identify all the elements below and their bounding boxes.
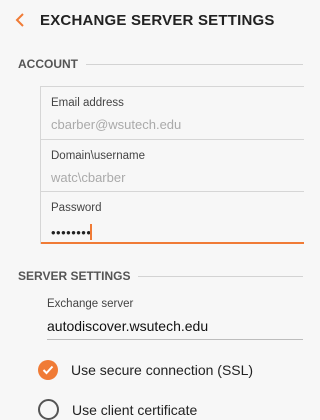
chevron-left-icon (15, 13, 24, 27)
username-label: Domain\username (51, 150, 145, 162)
ssl-option[interactable]: Use secure connection (SSL) (38, 360, 253, 380)
server-section-header: SERVER SETTINGS (18, 269, 303, 283)
radio-checked-icon[interactable] (38, 360, 58, 380)
email-placeholder: cbarber@wsutech.edu (51, 117, 182, 132)
top-bar: EXCHANGE SERVER SETTINGS (0, 0, 303, 40)
text-cursor (90, 224, 92, 240)
email-field[interactable]: Email address cbarber@wsutech.edu (41, 87, 304, 139)
account-fields-card: Email address cbarber@wsutech.edu Domain… (40, 86, 304, 244)
ssl-option-label: Use secure connection (SSL) (71, 362, 254, 378)
client-certificate-label: Use client certificate (72, 401, 198, 418)
account-section-title: ACCOUNT (18, 57, 78, 71)
back-button[interactable] (0, 0, 40, 40)
exchange-server-input[interactable]: autodiscover.wsutech.edu (47, 318, 208, 334)
server-section-title: SERVER SETTINGS (18, 269, 131, 283)
email-label: Email address (51, 97, 124, 109)
password-value: •••••••• (51, 225, 92, 240)
exchange-server-underline (47, 339, 303, 340)
username-field[interactable]: Domain\username watc\cbarber (41, 139, 304, 192)
checkmark-icon (42, 365, 54, 375)
exchange-server-label: Exchange server (47, 298, 134, 310)
password-label: Password (51, 202, 102, 214)
radio-unchecked-icon[interactable] (38, 399, 59, 420)
password-field[interactable]: Password •••••••• (41, 191, 304, 244)
section-divider (86, 63, 303, 65)
username-placeholder: watc\cbarber (51, 170, 126, 185)
section-divider (138, 275, 303, 277)
client-certificate-option[interactable]: Use client certificate (38, 399, 197, 420)
account-section-header: ACCOUNT (18, 57, 303, 71)
focus-underline (41, 242, 304, 244)
page-title: EXCHANGE SERVER SETTINGS (40, 11, 275, 29)
